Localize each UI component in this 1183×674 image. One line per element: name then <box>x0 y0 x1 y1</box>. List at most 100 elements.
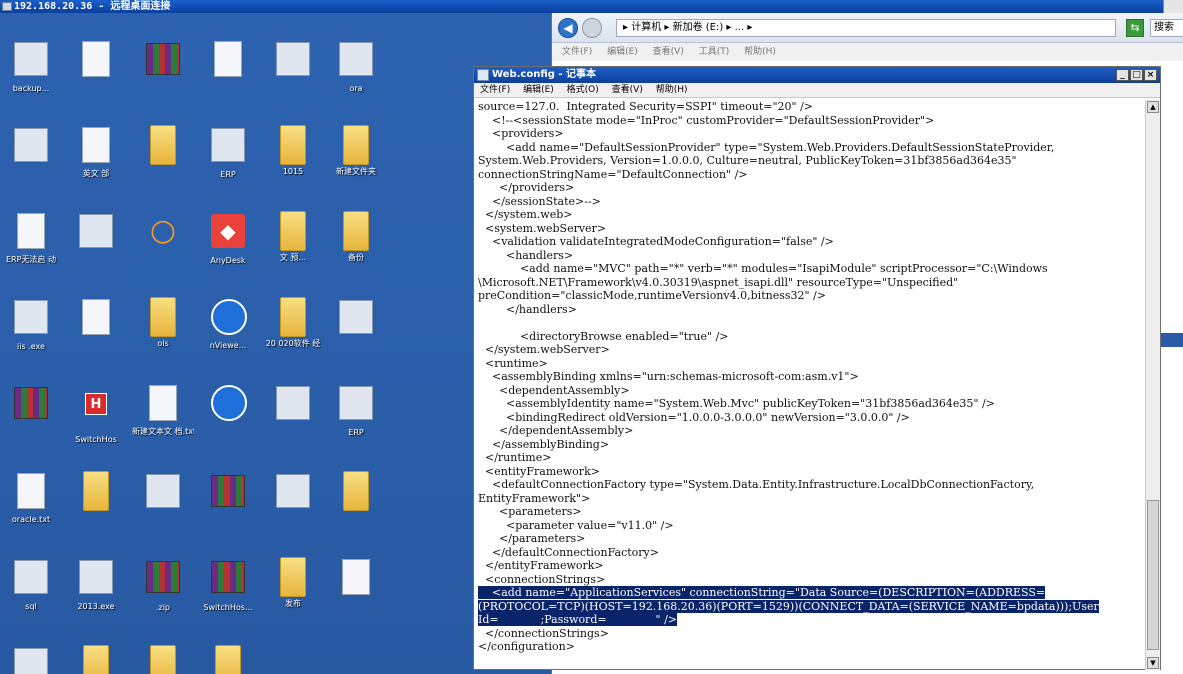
desktop-icon[interactable]: 发布 <box>262 557 324 609</box>
desktop-icon[interactable]: backup... <box>0 39 62 94</box>
notepad-menu-bar: 文件(F) 编辑(E) 格式(O) 查看(V) 帮助(H) <box>474 83 1160 98</box>
desktop-icon[interactable]: iis .exe <box>0 297 62 352</box>
text-line: source=127.0. Integrated Security=SSPI" … <box>478 100 1140 114</box>
desktop-icon[interactable]: H SwitchHos <box>65 383 127 445</box>
scroll-thumb[interactable] <box>1147 500 1159 650</box>
desktop-icon-label: 新建文件夹 <box>336 167 376 176</box>
desktop-icon[interactable]: sql <box>0 557 62 612</box>
menu-tools[interactable]: 工具(T) <box>699 47 730 57</box>
search-box[interactable]: 搜索 <box>1150 19 1183 37</box>
desktop-icon[interactable]: 新建文本文 档.txt <box>132 383 194 437</box>
line-text: </sessionState>--> <box>478 194 601 208</box>
any-icon: ◆ <box>211 214 245 254</box>
folder-icon <box>146 125 180 165</box>
text-line: <bindingRedirect oldVersion="1.0.0.0-3.0… <box>478 411 1140 425</box>
exe-icon <box>339 300 373 340</box>
desktop-icon-label: SwitchHos... <box>203 603 253 612</box>
desktop-icon[interactable] <box>65 645 127 674</box>
desktop-icon[interactable] <box>0 383 62 429</box>
desktop-icon[interactable] <box>132 39 194 85</box>
desktop-icon-label: 发布 <box>285 599 301 608</box>
minimize-button[interactable]: _ <box>1116 69 1129 81</box>
desktop-icon[interactable]: nViewe... <box>197 297 259 351</box>
menu-format[interactable]: 格式(O) <box>567 85 599 95</box>
desktop-icon[interactable]: 新建文件夹 <box>325 125 387 177</box>
scroll-up-arrow-icon[interactable]: ▲ <box>1147 101 1159 113</box>
desktop-icon[interactable]: 备份 <box>325 211 387 263</box>
folder-icon <box>339 471 373 511</box>
desktop-icon[interactable]: .zip <box>132 557 194 613</box>
text-line: </providers> <box>478 181 1140 195</box>
menu-help[interactable]: 帮助(H) <box>744 47 776 57</box>
rdp-title-bar[interactable]: 192.168.20.36 - 远程桌面连接 <box>0 0 1183 13</box>
address-path-input[interactable]: ▸ 计算机 ▸ 新加卷 (E:) ▸ ... ▸ <box>616 19 1116 37</box>
close-button[interactable]: × <box>1144 69 1157 81</box>
desktop-icon[interactable] <box>0 645 62 674</box>
doc-icon <box>79 299 113 339</box>
desktop-icon-label: sql <box>25 602 37 611</box>
menu-edit[interactable]: 编辑(E) <box>607 47 638 57</box>
desktop-icon[interactable]: 20 020软件 经 <box>262 297 324 349</box>
exe-icon <box>276 386 310 426</box>
menu-edit[interactable]: 编辑(E) <box>523 85 554 95</box>
text-line: <!--<sessionState mode="InProc" customPr… <box>478 114 1140 128</box>
desktop-icon[interactable]: ERP <box>325 383 387 438</box>
menu-file[interactable]: 文件(F) <box>480 85 510 95</box>
maximize-button[interactable]: □ <box>1130 69 1143 81</box>
refresh-icon[interactable]: ⇆ <box>1126 19 1144 37</box>
forward-arrow-icon[interactable] <box>582 18 602 38</box>
desktop-icon[interactable]: 文 预... <box>262 211 324 263</box>
notepad-window[interactable]: Web.config - 记事本 _ □ × 文件(F) 编辑(E) 格式(O)… <box>473 66 1161 670</box>
desktop-icon-label: oracle.txt <box>11 515 51 524</box>
desktop-icon[interactable]: 2013.exe <box>65 557 127 612</box>
desktop-icon[interactable]: ols <box>132 297 194 349</box>
desktop-icon[interactable]: SwitchHos... <box>197 557 259 613</box>
line-text: <runtime> <box>478 356 548 370</box>
desktop-icon[interactable] <box>132 125 194 167</box>
menu-view[interactable]: 查看(V) <box>653 47 684 57</box>
line-text: <dependentAssembly> <box>478 383 630 397</box>
menu-view[interactable]: 查看(V) <box>612 85 643 95</box>
scroll-down-arrow-icon[interactable]: ▼ <box>1147 657 1159 669</box>
desktop-icon[interactable] <box>65 211 127 256</box>
desktop-icon[interactable] <box>65 471 127 513</box>
desktop-icon[interactable] <box>197 39 259 83</box>
desktop-icon[interactable] <box>197 471 259 517</box>
desktop-icon[interactable] <box>262 39 324 84</box>
text-line: </entityFramework> <box>478 559 1140 573</box>
desktop-icon[interactable]: ora <box>325 39 387 94</box>
desktop-icon[interactable]: ○ <box>132 211 194 255</box>
vertical-scrollbar[interactable]: ▲ ▼ <box>1145 100 1160 670</box>
doc-icon <box>79 127 113 167</box>
desktop-icon[interactable] <box>262 383 324 428</box>
text-line: </parameters> <box>478 532 1140 546</box>
line-text: \Microsoft.NET\Framework\v4.0.30319\aspn… <box>478 275 959 289</box>
notepad-title-bar[interactable]: Web.config - 记事本 _ □ × <box>474 67 1160 83</box>
exe-icon <box>339 42 373 82</box>
desktop-icon[interactable]: oracle.txt <box>0 471 62 525</box>
line-text: </defaultConnectionFactory> <box>478 545 659 559</box>
line-text: <defaultConnectionFactory type="System.D… <box>478 478 1035 491</box>
desktop-icon[interactable] <box>132 645 194 674</box>
desktop-icon[interactable]: ◆ AnyDesk <box>197 211 259 266</box>
desktop-icon[interactable]: ERP <box>197 125 259 180</box>
desktop-icon[interactable]: 英文 部 <box>65 125 127 179</box>
desktop-icon[interactable] <box>325 297 387 342</box>
notepad-text-area[interactable]: source=127.0. Integrated Security=SSPI" … <box>478 100 1140 668</box>
desktop-icon[interactable] <box>0 125 62 170</box>
desktop-icon[interactable] <box>325 557 387 601</box>
desktop-icon[interactable]: ERP无法启 动 <box>0 211 62 265</box>
desktop-icon[interactable] <box>65 297 127 341</box>
desktop-icon[interactable] <box>132 471 194 516</box>
desktop-icon[interactable] <box>325 471 387 513</box>
desktop-icon[interactable] <box>197 383 259 427</box>
desktop-icon[interactable] <box>65 39 127 83</box>
menu-help[interactable]: 帮助(H) <box>656 85 688 95</box>
window-controls[interactable] <box>1163 0 1183 13</box>
back-arrow-icon[interactable]: ◀ <box>558 18 578 38</box>
desktop-icon-label: 英文 部 <box>82 169 110 178</box>
desktop-icon[interactable] <box>262 471 324 516</box>
desktop-icon[interactable] <box>197 645 259 674</box>
menu-file[interactable]: 文件(F) <box>562 47 592 57</box>
desktop-icon[interactable]: 1015 <box>262 125 324 177</box>
